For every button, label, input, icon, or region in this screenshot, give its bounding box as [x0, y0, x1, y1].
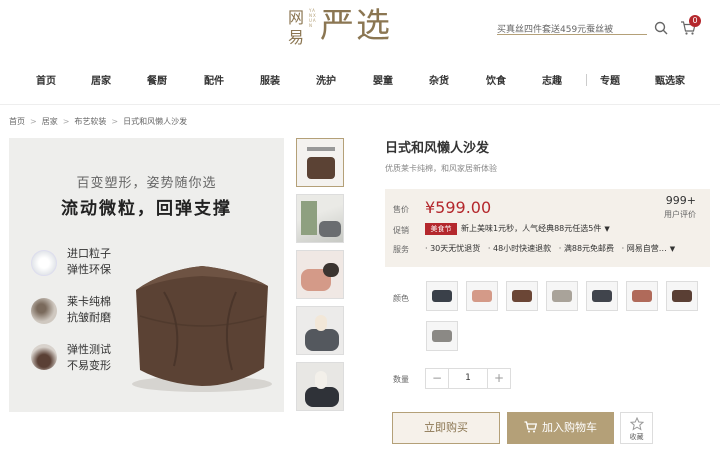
add-to-cart-label: 加入购物车: [542, 421, 597, 434]
promo-tag: 美食节: [425, 223, 457, 235]
quantity-label: 数量: [393, 375, 409, 384]
thumbnail-5[interactable]: [296, 362, 344, 411]
nav-item-goods[interactable]: 杂货: [429, 72, 449, 87]
service-label: 服务: [393, 245, 409, 254]
quantity-plus-button[interactable]: +: [488, 369, 510, 388]
color-swatch[interactable]: [626, 281, 658, 311]
nav-item-food[interactable]: 饮食: [486, 72, 506, 87]
swatch-color-chip: [552, 290, 572, 302]
search-box[interactable]: 买真丝四件套送459元蚕丝被: [497, 16, 672, 40]
thumb-person: [315, 315, 327, 331]
quantity-stepper: − 1 +: [425, 368, 511, 389]
color-swatch[interactable]: [426, 281, 458, 311]
thumb-sofa: [307, 157, 335, 179]
swatch-color-chip: [472, 290, 492, 302]
nav-divider-line: [0, 104, 720, 105]
main-nav: 首页 居家 餐厨 配件 服装 洗护 婴童 杂货 饮食 志趣 专题 甄选家: [0, 66, 720, 94]
thumbnail-3[interactable]: [296, 250, 344, 299]
chevron-down-icon: ▼: [604, 225, 610, 233]
nav-item-interests[interactable]: 志趣: [542, 72, 562, 87]
breadcrumb-chevron-icon: >: [30, 117, 37, 126]
breadcrumb: 首页 > 居家 > 布艺软装 > 日式和风懒人沙发: [9, 116, 187, 127]
breadcrumb-home[interactable]: 首页: [9, 117, 25, 126]
buy-now-button[interactable]: 立即购买: [392, 412, 500, 444]
elastic-icon: [31, 344, 57, 370]
promo-dropdown[interactable]: 新上美味1元秒，人气经典88元任选5件 ▼: [461, 223, 610, 234]
thumb-person: [323, 263, 339, 277]
search-icon[interactable]: [654, 21, 668, 35]
swatch-color-chip: [512, 290, 532, 302]
logo-yanxuan[interactable]: 严选: [320, 6, 392, 46]
breadcrumb-textiles[interactable]: 布艺软装: [74, 117, 106, 126]
beanbag-sofa-illustration: [132, 266, 272, 392]
image-subtitle: 百变塑形，姿势随你选: [76, 176, 217, 191]
swatch-color-chip: [632, 290, 652, 302]
product-price: ¥599.00: [425, 198, 492, 217]
product-name: 日式和风懒人沙发: [385, 141, 490, 156]
image-title: 流动微粒，回弹支撑: [61, 199, 232, 219]
thumbnail-1[interactable]: [296, 138, 344, 187]
promo-label: 促销: [393, 226, 409, 235]
chevron-down-icon: ▼: [669, 245, 676, 253]
promo-text: 新上美味1元秒，人气经典88元任选5件: [461, 224, 602, 233]
nav-item-care[interactable]: 洗护: [316, 72, 336, 87]
price-label: 售价: [393, 205, 409, 214]
services-dropdown[interactable]: · 30天无忧退货 · 48小时快速退款 · 满88元免邮费 · 网易自营… ▼: [425, 243, 675, 254]
thumb-sofa: [305, 387, 339, 407]
nav-item-home[interactable]: 首页: [36, 72, 56, 87]
favorite-label: 收藏: [629, 433, 644, 441]
thumb-text-bar: [307, 147, 335, 151]
color-swatch[interactable]: [666, 281, 698, 311]
breadcrumb-current: 日式和风懒人沙发: [123, 117, 188, 126]
swatch-color-chip: [432, 290, 452, 302]
breadcrumb-chevron-icon: >: [62, 117, 70, 126]
fabric-icon: [31, 298, 57, 324]
nav-item-kitchen[interactable]: 餐厨: [147, 72, 167, 87]
nav-item-curators[interactable]: 甄选家: [655, 72, 685, 87]
reviews-count[interactable]: 999+: [666, 194, 696, 207]
beads-icon: [31, 250, 57, 276]
cart-count-badge: 0: [689, 15, 701, 27]
nav-item-clothing[interactable]: 服装: [260, 72, 280, 87]
thumb-plant: [301, 201, 317, 235]
cart-icon: [524, 421, 538, 433]
color-swatch[interactable]: [466, 281, 498, 311]
breadcrumb-living[interactable]: 居家: [42, 117, 58, 126]
favorite-button[interactable]: 收藏: [620, 412, 653, 444]
thumb-sofa: [319, 221, 341, 237]
swatch-color-chip: [432, 330, 452, 342]
color-swatch[interactable]: [506, 281, 538, 311]
thumb-person: [315, 371, 327, 389]
color-label: 颜色: [393, 294, 409, 303]
services-text: · 30天无忧退货 · 48小时快速退款 · 满88元免邮费 · 网易自营…: [425, 244, 667, 253]
add-to-cart-button[interactable]: 加入购物车: [507, 412, 614, 444]
swatch-color-chip: [672, 290, 692, 302]
star-icon: [630, 417, 644, 431]
main-product-image[interactable]: 百变塑形，姿势随你选 流动微粒，回弹支撑 进口粒子 弹性环保 莱卡纯棉 抗皱耐磨…: [9, 138, 284, 412]
nav-item-accessories[interactable]: 配件: [204, 72, 224, 87]
swatch-color-chip: [592, 290, 612, 302]
color-swatch[interactable]: [426, 321, 458, 351]
nav-item-baby[interactable]: 婴童: [373, 72, 393, 87]
product-description: 优质莱卡纯棉，和风家居新体验: [385, 164, 497, 173]
quantity-input[interactable]: 1: [448, 369, 488, 388]
nav-item-home-living[interactable]: 居家: [91, 72, 111, 87]
color-swatch[interactable]: [546, 281, 578, 311]
logo-tagline: YANXUAN: [309, 8, 317, 28]
nav-divider: [586, 74, 587, 86]
quantity-minus-button[interactable]: −: [426, 369, 448, 388]
thumbnail-2[interactable]: [296, 194, 344, 243]
reviews-label[interactable]: 用户评价: [664, 209, 696, 220]
nav-item-topics[interactable]: 专题: [600, 72, 620, 87]
thumb-sofa: [305, 329, 339, 351]
thumbnail-4[interactable]: [296, 306, 344, 355]
color-swatch[interactable]: [586, 281, 618, 311]
breadcrumb-chevron-icon: >: [111, 117, 119, 126]
price-panel: 售价 ¥599.00 999+ 用户评价 促销 美食节 新上美味1元秒，人气经典…: [385, 189, 710, 267]
logo-wangyi[interactable]: 网易: [287, 8, 305, 48]
search-underline: [497, 34, 647, 35]
